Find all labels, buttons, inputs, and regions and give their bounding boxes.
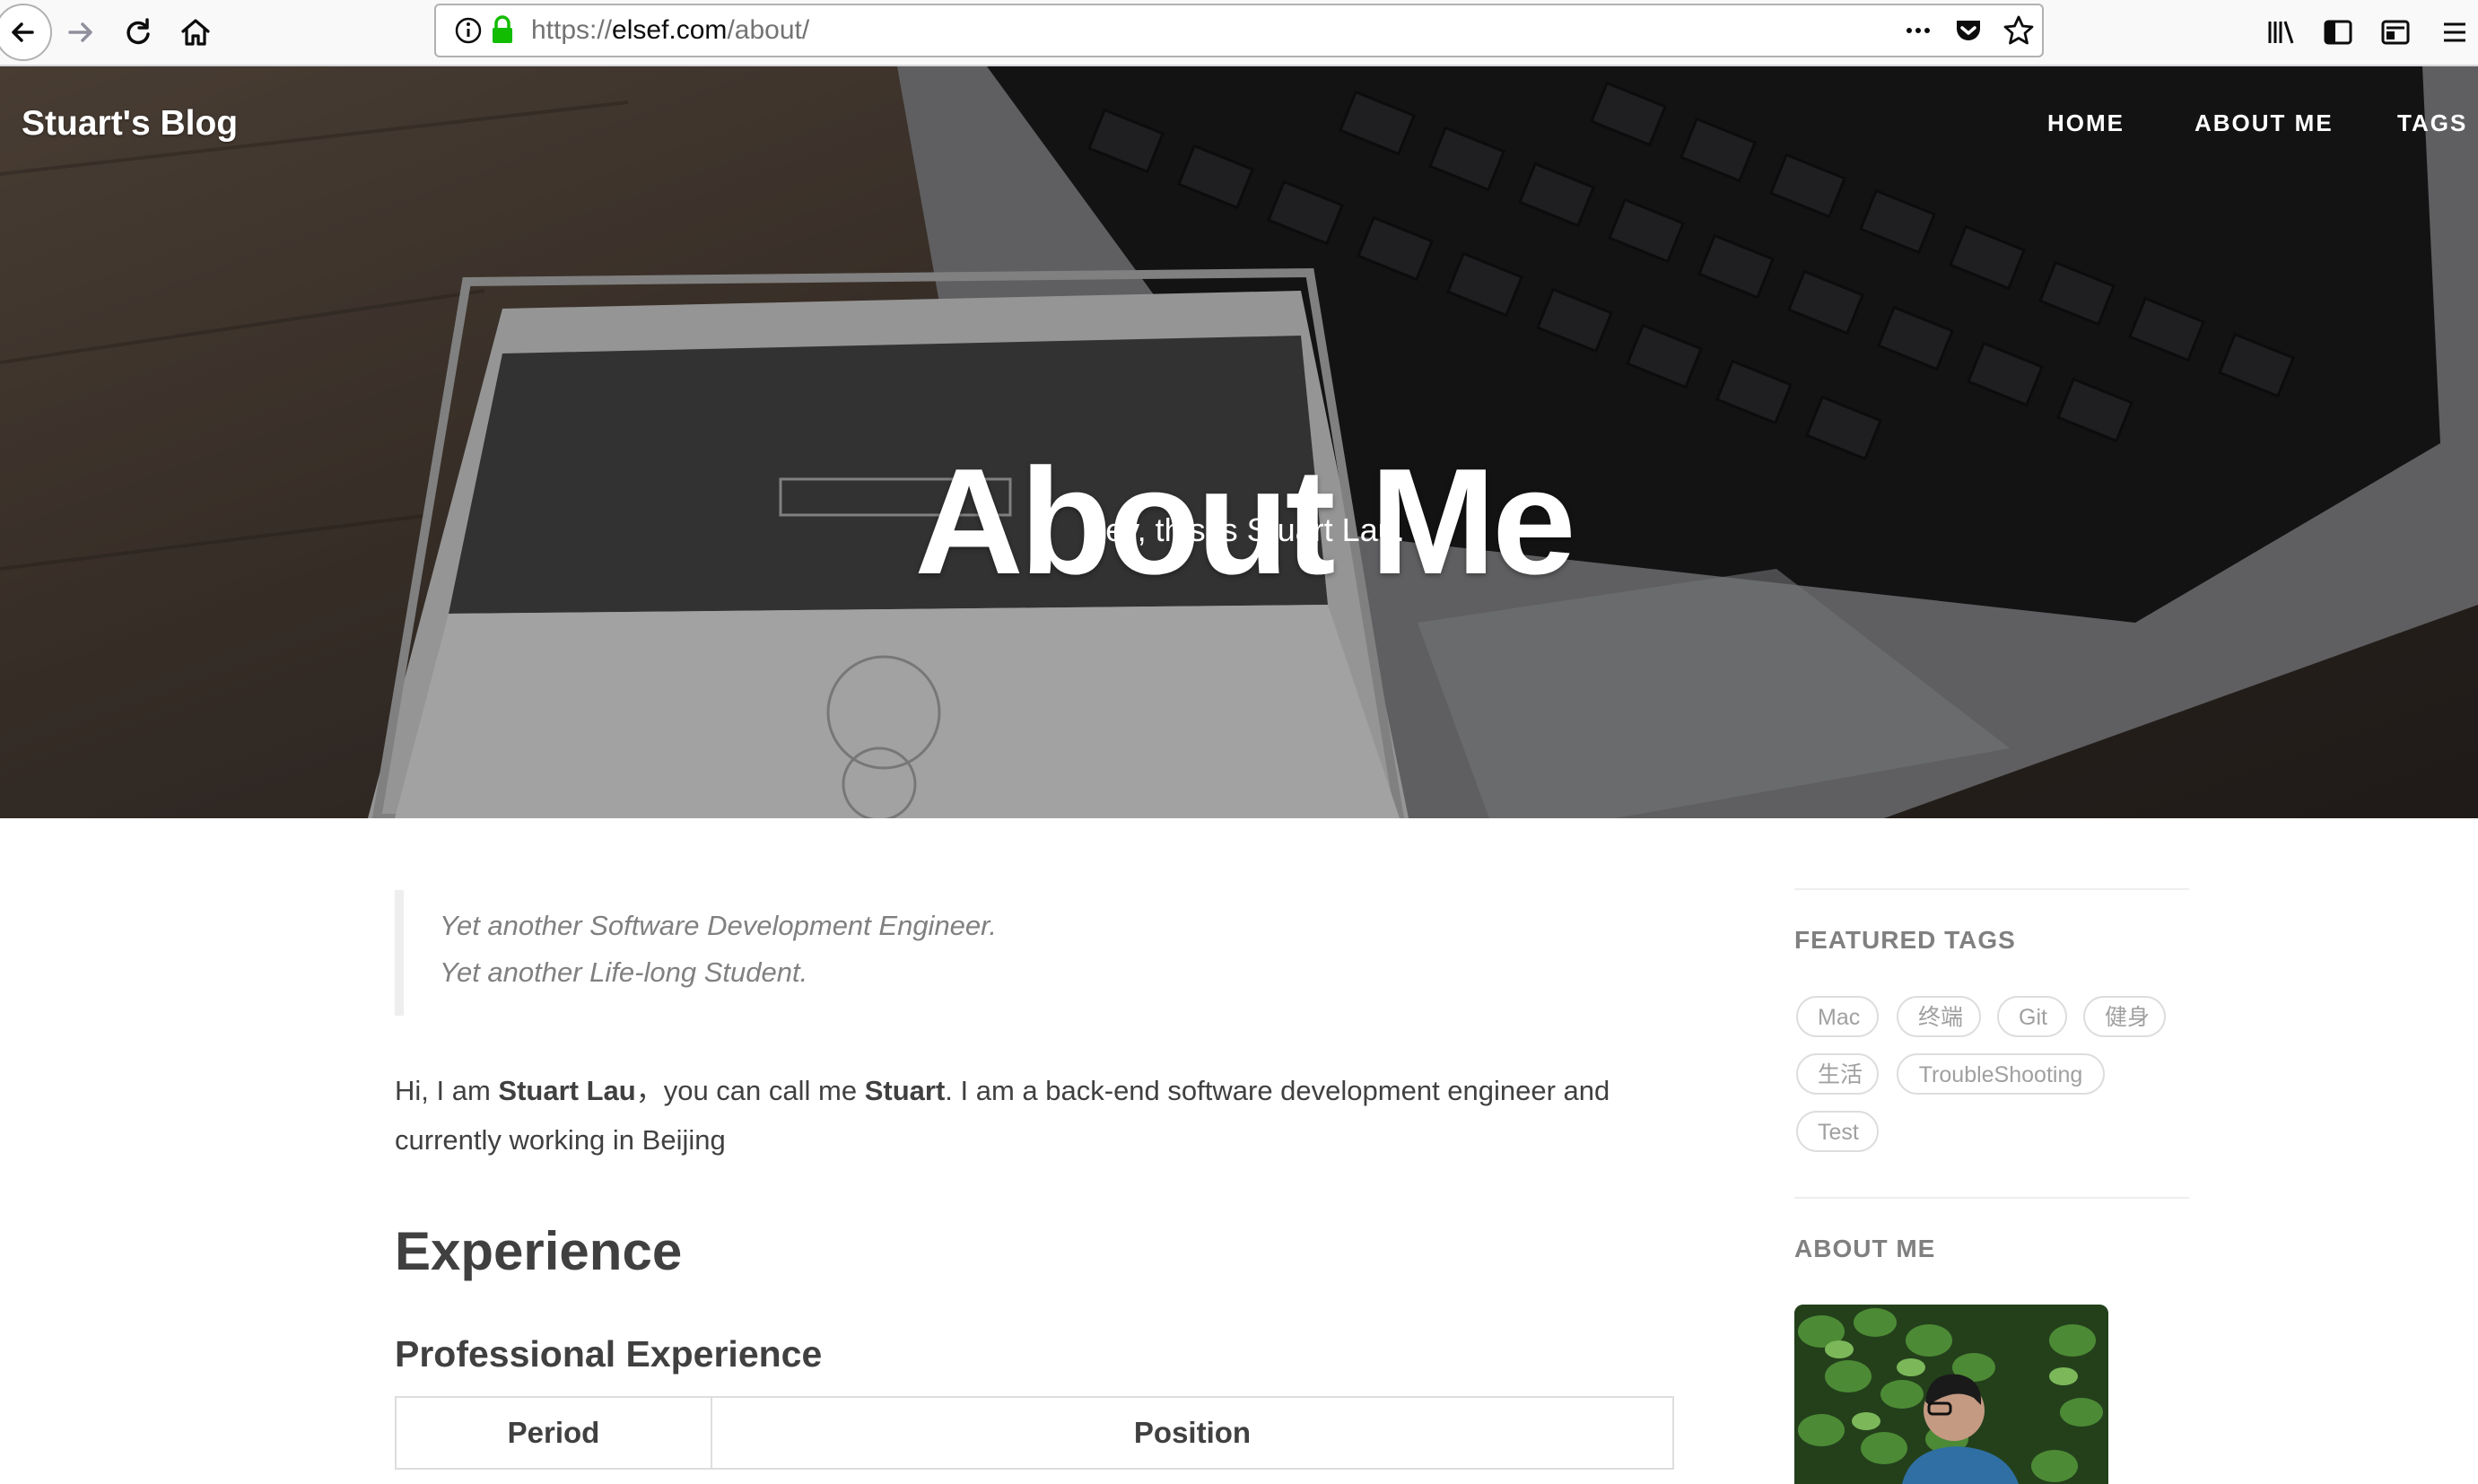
quote-line: Yet another Life-long Student.: [440, 956, 808, 988]
tag-life[interactable]: 生活: [1796, 1053, 1879, 1095]
nav-about-me[interactable]: ABOUT ME: [2194, 109, 2334, 137]
more-icon[interactable]: [1900, 13, 1936, 48]
nav-home[interactable]: HOME: [2047, 109, 2125, 137]
blog-title-link[interactable]: Stuart's Blog: [22, 104, 238, 144]
sidebar-button[interactable]: [2313, 9, 2363, 56]
intro-quote: Yet another Software Development Enginee…: [395, 890, 1292, 1016]
url-text[interactable]: https://elsef.com/about/: [531, 5, 809, 56]
tag-terminal[interactable]: 终端: [1897, 996, 1981, 1037]
page-subtitle: Hey, this is Stuart Lau.: [1082, 511, 1405, 548]
reader-icon: [2381, 20, 2410, 45]
experience-heading: Experience: [395, 1221, 683, 1281]
reload-icon: [127, 18, 150, 45]
tag-fitness[interactable]: 健身: [2083, 996, 2166, 1037]
menu-button[interactable]: [2430, 9, 2478, 56]
column-header-period: Period: [395, 1396, 712, 1470]
sidebar-divider: [1794, 888, 2189, 890]
about-me-heading: ABOUT ME: [1794, 1235, 1936, 1262]
forward-button[interactable]: [56, 9, 106, 56]
forward-icon: [68, 22, 92, 42]
name-full: Stuart Lau: [498, 1075, 636, 1106]
sidebar-divider: [1794, 1197, 2189, 1199]
hero-header: Stuart's Blog HOME ABOUT ME TAGS About M…: [0, 66, 2478, 818]
reload-button[interactable]: [113, 9, 163, 56]
professional-experience-heading: Professional Experience: [395, 1333, 823, 1375]
tag-troubleshooting[interactable]: TroubleShooting: [1897, 1053, 2105, 1095]
name-short: Stuart: [864, 1075, 946, 1106]
library-icon: [2268, 21, 2294, 44]
avatar: [1794, 1305, 2108, 1484]
sidebar: FEATURED TAGS Mac 终端 Git 健身 生活 TroubleSh…: [1794, 818, 2189, 1484]
lock-icon[interactable]: [484, 13, 520, 48]
browser-toolbar: https://elsef.com/about/: [0, 0, 2478, 66]
menu-icon: [2444, 22, 2465, 42]
experience-table: Period Position: [395, 1396, 1674, 1470]
intro-paragraph: Hi, I am Stuart Lau，you can call me Stua…: [395, 1075, 1610, 1156]
back-icon: [12, 22, 34, 42]
info-icon[interactable]: [450, 13, 486, 48]
main-content: Yet another Software Development Enginee…: [0, 818, 2478, 1484]
library-button[interactable]: [2256, 9, 2306, 56]
sidebar-icon: [2324, 20, 2352, 45]
featured-tags-heading: FEATURED TAGS: [1794, 926, 2016, 954]
quote-line: Yet another Software Development Enginee…: [440, 910, 997, 941]
pocket-icon[interactable]: [1950, 13, 1986, 48]
back-button[interactable]: [0, 4, 52, 61]
url-bar[interactable]: https://elsef.com/about/: [434, 4, 2044, 57]
column-header-position: Position: [711, 1396, 1674, 1470]
tag-test[interactable]: Test: [1796, 1111, 1879, 1152]
nav-tags[interactable]: TAGS: [2397, 109, 2467, 137]
reader-button[interactable]: [2370, 9, 2421, 56]
bookmark-star-icon[interactable]: [2001, 13, 2037, 48]
table-header-row: Period Position: [395, 1396, 1674, 1470]
home-button[interactable]: [170, 9, 221, 56]
home-icon: [181, 19, 210, 46]
tag-git[interactable]: Git: [1997, 996, 2067, 1037]
tag-mac[interactable]: Mac: [1796, 996, 1879, 1037]
